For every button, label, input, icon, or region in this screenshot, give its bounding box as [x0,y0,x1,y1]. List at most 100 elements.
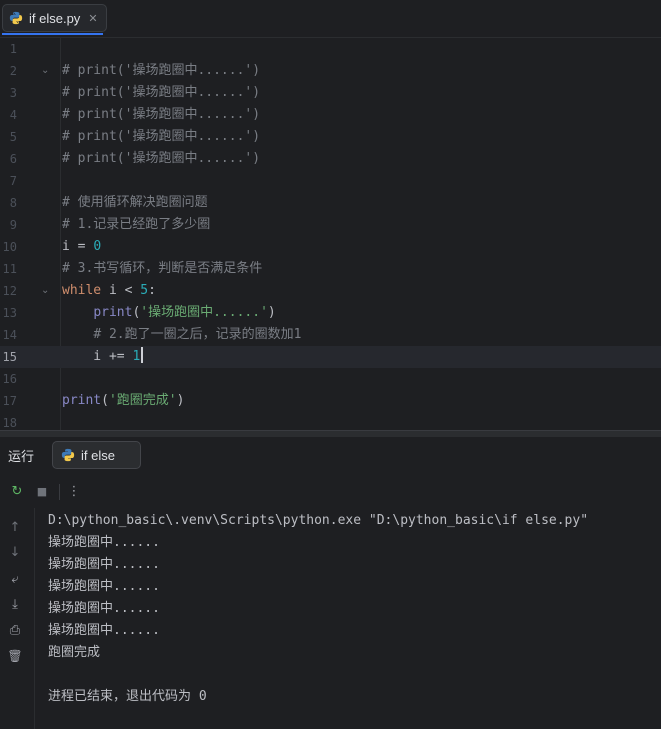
run-panel-title: 运行 [8,449,35,464]
line-number: 1 [9,42,17,56]
code-line[interactable]: 2 ⌄ # print('操场跑圈中......') [0,60,661,82]
code-text: print('跑圈完成') [62,390,184,412]
code-token: # print('操场跑圈中......') [62,107,261,122]
console-line: 操场跑圈中...... [48,557,160,572]
run-config-tab-label: if else [81,447,115,463]
code-token: # print('操场跑圈中......') [62,151,261,166]
rerun-icon[interactable]: ↻ [8,482,26,500]
code-line[interactable]: 18 [0,412,661,430]
code-text: # 3.书写循环，判断是否满足条件 [62,258,262,280]
active-tab-indicator [2,33,103,35]
line-number: 13 [2,306,17,320]
code-token: print [62,393,102,408]
console-line: 操场跑圈中...... [48,535,160,550]
editor-tab-label: if else.py [29,10,81,26]
code-token: 1 [132,349,141,364]
soft-wrap-icon[interactable]: ⤶ [6,570,24,588]
code-text: # 2.跑了一圈之后，记录的圈数加1 [62,324,301,346]
code-line[interactable]: 17 print('跑圈完成') [0,390,661,412]
code-token: '操场跑圈中......' [140,305,268,320]
code-text: while i < 5: [62,280,156,302]
run-sidebar: ↑ ↓ ⤶ ⤓ ⎙ 🗑 [0,510,32,729]
code-text: i = 0 [62,236,101,258]
line-number: 9 [9,218,17,232]
console-line: 跑圈完成 [48,645,101,660]
code-token: print [93,305,133,320]
code-line[interactable]: 10 i = 0 [0,236,661,258]
more-options-icon[interactable]: ⋮ [65,482,83,500]
console-line: 操场跑圈中...... [48,601,160,616]
code-text: # print('操场跑圈中......') [62,148,260,170]
python-icon [61,448,75,462]
code-token: # 3.书写循环，判断是否满足条件 [62,261,263,276]
code-text: # print('操场跑圈中......') [62,126,260,148]
code-token: i < [101,283,141,298]
code-line[interactable]: 6 # print('操场跑圈中......') [0,148,661,170]
line-number: 6 [9,152,17,166]
line-number: 16 [2,372,17,386]
code-line[interactable]: 3 # print('操场跑圈中......') [0,82,661,104]
code-text: # print('操场跑圈中......') [62,104,260,126]
line-number: 10 [2,240,17,254]
code-token: '跑圈完成' [108,393,177,408]
code-text: # 使用循环解决跑圈问题 [62,192,208,214]
run-config-tab[interactable]: if else [52,441,141,469]
scroll-down-icon[interactable]: ↓ [6,543,24,561]
code-line[interactable]: 1 [0,38,661,60]
console-line: 操场跑圈中...... [48,623,160,638]
run-toolbar: ↻ ■ ⋮ [0,476,661,508]
code-line[interactable]: 5 # print('操场跑圈中......') [0,126,661,148]
code-token: : [148,283,156,298]
code-token: ) [176,393,185,408]
code-text: print('操场跑圈中......') [62,302,275,324]
line-number: 3 [9,86,17,100]
code-line[interactable]: 4 # print('操场跑圈中......') [0,104,661,126]
console-line: 进程已结束，退出代码为 0 [48,689,207,704]
panel-splitter[interactable] [0,430,661,437]
line-number: 8 [9,196,17,210]
print-icon[interactable]: ⎙ [6,621,24,639]
scroll-up-icon[interactable]: ↑ [6,518,24,536]
code-token: i [62,239,70,254]
run-panel-header: 运行 if else [0,437,661,473]
code-token: # print('操场跑圈中......') [62,63,261,78]
line-number: 12 [2,284,17,298]
code-line[interactable]: 14 # 2.跑了一圈之后，记录的圈数加1 [0,324,661,346]
fold-chevron-icon[interactable]: ⌄ [41,280,49,302]
console-line: 操场跑圈中...... [48,579,160,594]
code-text: # print('操场跑圈中......') [62,82,260,104]
code-token: # 使用循环解决跑圈问题 [62,195,208,210]
code-token: ( [101,393,109,408]
code-text: # print('操场跑圈中......') [62,60,260,82]
code-text: i += 1 [62,346,144,368]
code-editor[interactable]: 1 2 ⌄ # print('操场跑圈中......') 3 # print('操场跑圈中… [0,38,661,430]
code-line[interactable]: 13 print('操场跑圈中......') [0,302,661,324]
code-token: i += [62,349,133,364]
trash-icon[interactable]: 🗑 [6,647,24,665]
close-icon[interactable]: ✕ [88,12,97,25]
code-line[interactable]: 7 [0,170,661,192]
code-line[interactable]: 9 # 1.记录已经跑了多少圈 [0,214,661,236]
code-token: 5 [140,283,149,298]
stop-icon[interactable]: ■ [33,482,51,500]
editor-tab-if-else-py[interactable]: if else.py ✕ [2,4,107,32]
code-token: while [62,283,102,298]
fold-chevron-icon[interactable]: ⌄ [41,60,49,82]
line-number: 5 [9,130,17,144]
line-number: 18 [2,416,17,430]
scroll-to-end-icon[interactable]: ⤓ [6,595,24,613]
code-line[interactable]: 12 ⌄ while i < 5: [0,280,661,302]
line-number: 15 [2,350,17,364]
code-line[interactable]: 11 # 3.书写循环，判断是否满足条件 [0,258,661,280]
line-number: 2 [9,64,17,78]
line-number: 4 [9,108,17,122]
line-number: 17 [2,394,17,408]
code-line[interactable]: 15 i += 1 [0,346,661,368]
code-line[interactable]: 8 # 使用循环解决跑圈问题 [0,192,661,214]
console-output[interactable]: D:\python_basic\.venv\Scripts\python.exe… [48,510,658,708]
code-line[interactable]: 16 [0,368,661,390]
code-token: # print('操场跑圈中......') [62,85,261,100]
